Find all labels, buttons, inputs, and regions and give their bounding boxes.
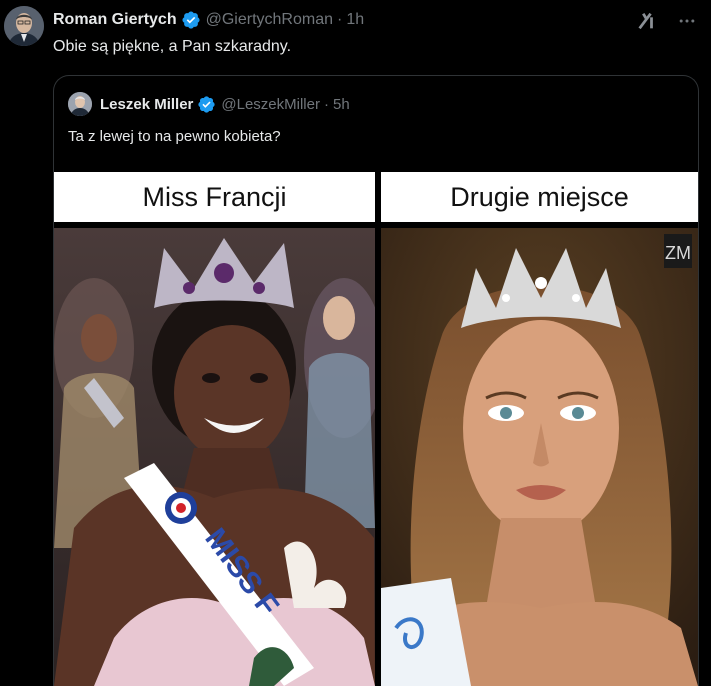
tweet-actions-top	[635, 10, 697, 37]
author-handle[interactable]: @GiertychRoman	[206, 11, 333, 29]
quoted-separator-dot: ·	[323, 95, 329, 113]
quoted-author-name: Leszek Miller	[100, 95, 194, 113]
quoted-tweet-card[interactable]: Leszek Miller @LeszekMiller · 5h Ta z le…	[53, 75, 699, 686]
tweet-timestamp[interactable]: 1h	[346, 11, 364, 29]
author-name[interactable]: Roman Giertych	[53, 11, 177, 29]
grok-icon[interactable]	[635, 10, 657, 37]
quoted-avatar-portrait	[68, 92, 92, 116]
quoted-tweet-timestamp: 5h	[332, 95, 350, 113]
author-avatar[interactable]	[4, 6, 44, 46]
left-photo: MISS F	[54, 228, 375, 686]
right-photo-illustration: ZM	[381, 228, 698, 686]
more-icon[interactable]	[677, 11, 697, 36]
tweet-text: Obie są piękne, a Pan szkaradny.	[53, 38, 292, 55]
quoted-tweet-header: Leszek Miller @LeszekMiller · 5h	[68, 92, 350, 116]
quoted-author-handle: @LeszekMiller	[221, 95, 320, 113]
watermark-text: ZM	[665, 243, 691, 263]
quoted-verified-badge-icon	[197, 95, 216, 114]
right-caption-text: Drugie miejsce	[450, 181, 629, 212]
right-photo: ZM	[381, 228, 698, 686]
tweet-header: Roman Giertych @GiertychRoman · 1h	[53, 9, 364, 31]
left-caption-text: Miss Francji	[142, 181, 287, 212]
avatar-portrait	[4, 6, 44, 46]
left-caption: Miss Francji	[54, 172, 375, 222]
quoted-author-avatar[interactable]	[68, 92, 92, 116]
left-photo-illustration: MISS F	[54, 228, 375, 686]
verified-badge-icon[interactable]	[181, 10, 201, 30]
separator-dot: ·	[336, 11, 343, 28]
quoted-tweet-media[interactable]: Miss Francji Drugie miejsce MISS F ZM	[54, 172, 698, 686]
right-caption: Drugie miejsce	[381, 172, 698, 222]
quoted-tweet-text: Ta z lewej to na pewno kobieta?	[68, 128, 281, 145]
